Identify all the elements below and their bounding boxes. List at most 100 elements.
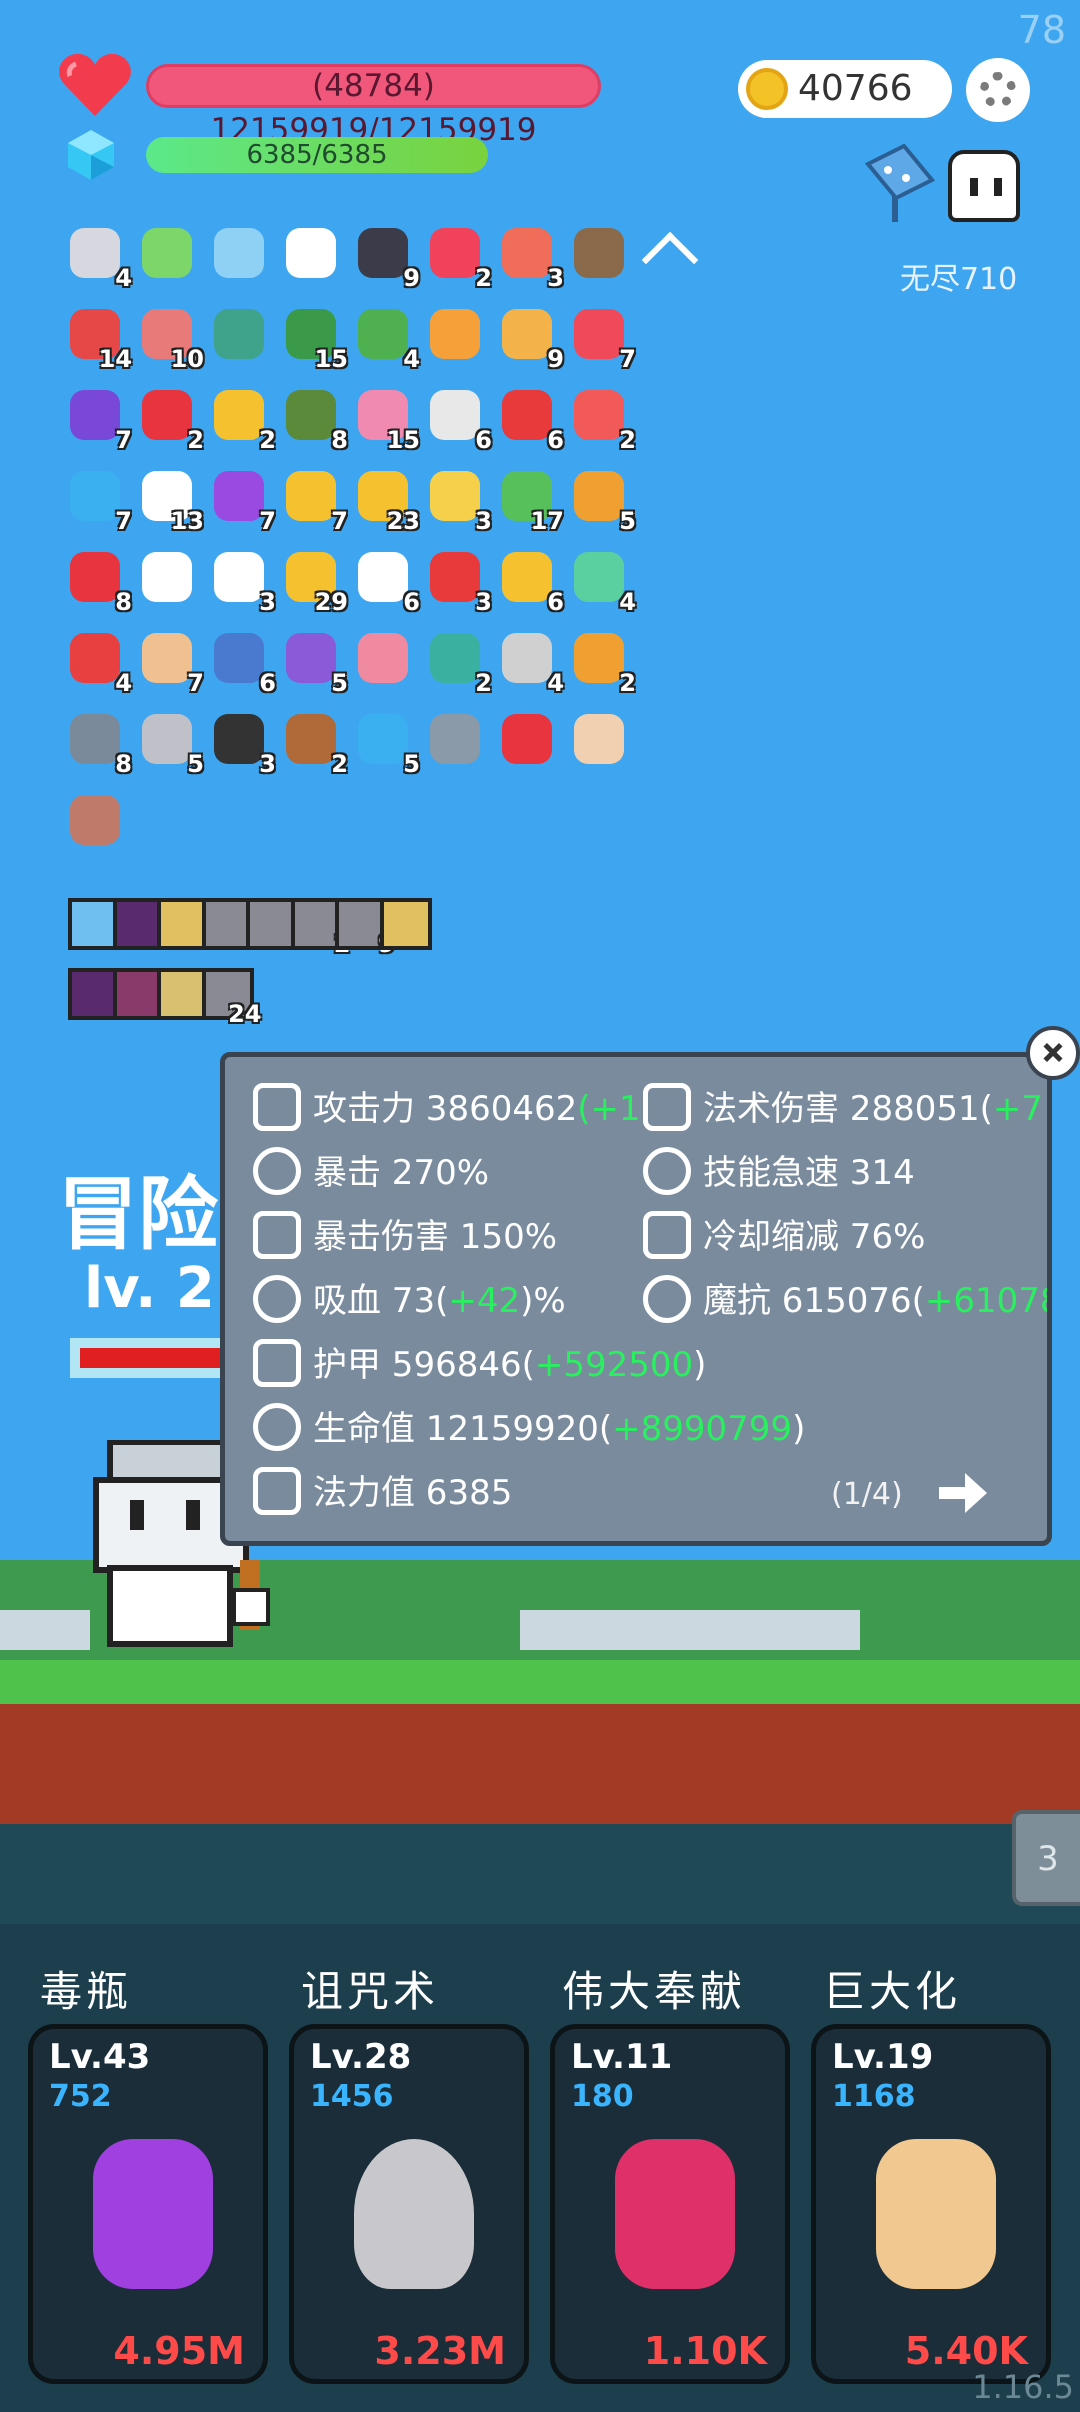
magnifier-icon[interactable] — [208, 222, 272, 286]
mortar-icon[interactable] — [568, 222, 632, 286]
stat-left-6: 法力值 6385 — [313, 1465, 512, 1514]
speech-icon[interactable]: 3 — [208, 546, 276, 616]
mushroom-icon[interactable]: 14 — [64, 303, 132, 373]
collapse-chevron-icon[interactable] — [641, 231, 699, 289]
goblin-icon-glyph — [358, 309, 408, 359]
strawberry-icon-glyph — [142, 390, 192, 440]
stat-bonus: +8990799 — [612, 1409, 793, 1449]
pill-icon[interactable]: 2 — [568, 384, 636, 454]
target-icon[interactable]: 2 — [280, 708, 348, 778]
potion-icon[interactable]: 4 — [568, 546, 636, 616]
icecream-icon[interactable]: 15 — [352, 384, 420, 454]
ruby-icon[interactable]: 2 — [424, 222, 492, 292]
stat-label: 魔抗 615076 — [703, 1281, 912, 1321]
stat-label: 技能急速 314 — [703, 1153, 915, 1193]
item-count: 8 — [115, 588, 132, 616]
strawberry-icon[interactable]: 2 — [136, 384, 204, 454]
skill-level: Lv.19 — [832, 2037, 934, 2077]
door-icon[interactable] — [64, 789, 128, 853]
item-count: 6 — [403, 588, 420, 616]
hat-icon[interactable]: 7 — [64, 384, 132, 454]
blade-tile-icon[interactable]: 24 — [201, 968, 262, 1028]
skill-card[interactable]: Lv.28 1456 3.23M — [289, 2024, 529, 2384]
gold-crown-icon[interactable]: 29 — [280, 546, 348, 616]
stage-tab[interactable]: 3 — [1012, 1810, 1080, 1906]
cauldron-icon[interactable]: 3 — [208, 708, 276, 778]
dirt-ground — [0, 1704, 1080, 1824]
axe-icon — [253, 1083, 301, 1131]
close-button[interactable] — [1026, 1026, 1080, 1080]
item-count: 2 — [619, 426, 636, 454]
stat-right-2: 冷却缩减 76% — [703, 1209, 925, 1258]
hearts-icon[interactable] — [496, 708, 560, 772]
cloud-icon[interactable] — [280, 222, 344, 286]
crown-icon[interactable] — [424, 303, 488, 367]
stat-label: 法术伤害 288051 — [703, 1089, 980, 1129]
fist-icon[interactable]: 7 — [136, 627, 204, 697]
spiked-ball-icon[interactable] — [424, 708, 488, 772]
stat-right-0: 法术伤害 288051(+7 — [703, 1089, 1043, 1129]
lamp-icon[interactable]: 23 — [352, 465, 420, 535]
apple-icon[interactable]: 6 — [496, 384, 564, 454]
helmet-icon[interactable]: 15 — [280, 303, 348, 373]
money-icon[interactable]: 17 — [496, 465, 564, 535]
heart-icon[interactable]: 7 — [568, 303, 636, 373]
mortar-icon-glyph — [574, 228, 624, 278]
donut-icon[interactable]: 2 — [424, 627, 492, 697]
scroll-icon[interactable]: 9 — [496, 303, 564, 373]
ghost-button[interactable] — [948, 150, 1020, 222]
stat-label: 吸血 73 — [313, 1281, 436, 1321]
flag-icon[interactable] — [862, 144, 938, 226]
star-shield-icon[interactable]: 5 — [280, 627, 348, 697]
goblin-icon[interactable]: 4 — [352, 303, 420, 373]
orb-icon[interactable]: 7 — [208, 465, 276, 535]
next-page-arrow-icon[interactable] — [937, 1469, 989, 1517]
bat-icon[interactable]: 9 — [352, 222, 420, 292]
item-count: 3 — [259, 588, 276, 616]
gift-icon-glyph — [430, 552, 480, 602]
bookmark-icon[interactable]: 8 — [64, 546, 132, 616]
skill-upgrade-cost: 5.40K — [904, 2329, 1028, 2373]
item-count: 4 — [115, 669, 132, 697]
tent-icon-glyph — [214, 309, 264, 359]
grenade-icon[interactable]: 8 — [280, 384, 348, 454]
clipboard-icon[interactable] — [136, 546, 200, 610]
noose-icon[interactable]: 4 — [496, 627, 564, 697]
wand-icon[interactable]: 7 — [280, 465, 348, 535]
ring-icon[interactable]: 6 — [496, 546, 564, 616]
compass-icon[interactable]: 8 — [64, 708, 132, 778]
sword-icon[interactable]: 4 — [64, 222, 132, 292]
endless-mode-label: 无尽710 — [900, 262, 1018, 297]
skill-card[interactable]: Lv.19 1168 5.40K — [811, 2024, 1051, 2384]
sunflower-icon[interactable]: 2 — [208, 384, 276, 454]
egg-icon[interactable]: 13 — [136, 465, 204, 535]
skill-card[interactable]: Lv.11 180 1.10K — [550, 2024, 790, 2384]
stat-bonus: +610780 — [924, 1281, 1047, 1321]
haste-icon — [643, 1147, 691, 1195]
skill-value: 1168 — [832, 2079, 916, 2114]
lifesteal-icon — [253, 1275, 301, 1323]
meat-icon[interactable]: 10 — [136, 303, 204, 373]
item-count: 23 — [386, 507, 420, 535]
note-icon[interactable]: 3 — [424, 465, 492, 535]
chat-icon[interactable]: 7 — [64, 465, 132, 535]
watermelon-icon[interactable]: 3 — [496, 222, 564, 292]
cards-icon[interactable]: 6 — [424, 384, 492, 454]
notebook-icon[interactable] — [136, 222, 200, 286]
bow-icon[interactable]: 2 — [568, 627, 636, 697]
shield-icon[interactable]: 6 — [208, 627, 276, 697]
stat-label: 生命值 12159920 — [313, 1409, 599, 1449]
armor-tile-icon[interactable] — [379, 898, 432, 950]
book-icon[interactable]: 5 — [568, 465, 636, 535]
torch-icon[interactable] — [568, 708, 632, 772]
red-shield-icon[interactable]: 4 — [64, 627, 132, 697]
item-count: 8 — [115, 750, 132, 778]
tent-icon[interactable] — [208, 303, 272, 367]
axe-icon[interactable]: 5 — [136, 708, 204, 778]
item-count: 2 — [619, 669, 636, 697]
skill-card[interactable]: Lv.43 752 4.95M — [28, 2024, 268, 2384]
ghost-icon[interactable]: 6 — [352, 546, 420, 616]
bottle-icon[interactable] — [352, 627, 416, 691]
gift-icon[interactable]: 3 — [424, 546, 492, 616]
star-card-icon[interactable]: 5 — [352, 708, 420, 778]
